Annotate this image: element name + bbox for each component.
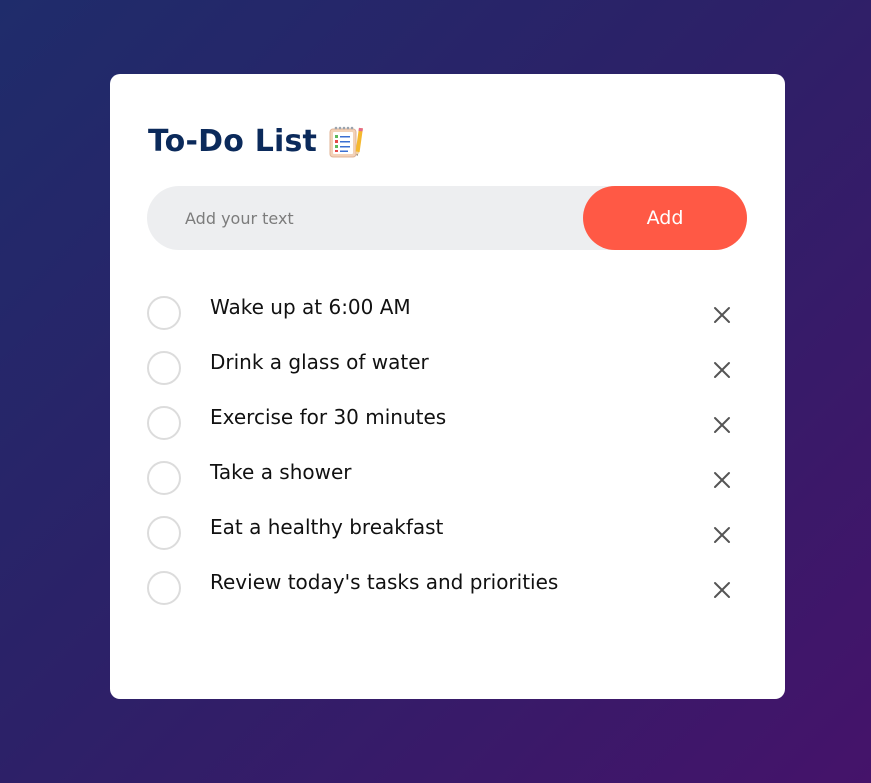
- task-text: Take a shower: [210, 460, 352, 484]
- task-text: Drink a glass of water: [210, 350, 429, 374]
- close-icon[interactable]: [711, 359, 733, 381]
- task-text: Eat a healthy breakfast: [210, 515, 444, 539]
- add-button[interactable]: Add: [583, 186, 747, 250]
- todo-card: To-Do List Add your text Add Wake up at …: [110, 74, 785, 699]
- task-input[interactable]: [147, 185, 583, 251]
- task-text: Exercise for 30 minutes: [210, 405, 447, 429]
- close-icon[interactable]: [711, 579, 733, 601]
- list-item[interactable]: Review today's tasks and priorities: [147, 565, 747, 620]
- list-item[interactable]: Exercise for 30 minutes: [147, 400, 747, 455]
- list-item[interactable]: Wake up at 6:00 AM: [147, 290, 747, 345]
- task-checkbox[interactable]: [147, 461, 181, 495]
- task-checkbox[interactable]: [147, 351, 181, 385]
- notepad-checklist-icon: [329, 126, 364, 158]
- task-checkbox[interactable]: [147, 296, 181, 330]
- list-item[interactable]: Take a shower: [147, 455, 747, 510]
- title-row: To-Do List: [148, 124, 364, 159]
- close-icon[interactable]: [711, 524, 733, 546]
- task-checkbox[interactable]: [147, 516, 181, 550]
- task-checkbox[interactable]: [147, 571, 181, 605]
- add-task-bar: Add: [147, 185, 747, 251]
- page-title: To-Do List: [148, 124, 318, 159]
- task-checkbox[interactable]: [147, 406, 181, 440]
- close-icon[interactable]: [711, 304, 733, 326]
- list-item[interactable]: Eat a healthy breakfast: [147, 510, 747, 565]
- list-item[interactable]: Drink a glass of water: [147, 345, 747, 400]
- task-list: Wake up at 6:00 AM Drink a glass of wate…: [147, 290, 747, 620]
- close-icon[interactable]: [711, 469, 733, 491]
- task-text: Wake up at 6:00 AM: [210, 295, 411, 319]
- close-icon[interactable]: [711, 414, 733, 436]
- task-text: Review today's tasks and priorities: [210, 570, 559, 594]
